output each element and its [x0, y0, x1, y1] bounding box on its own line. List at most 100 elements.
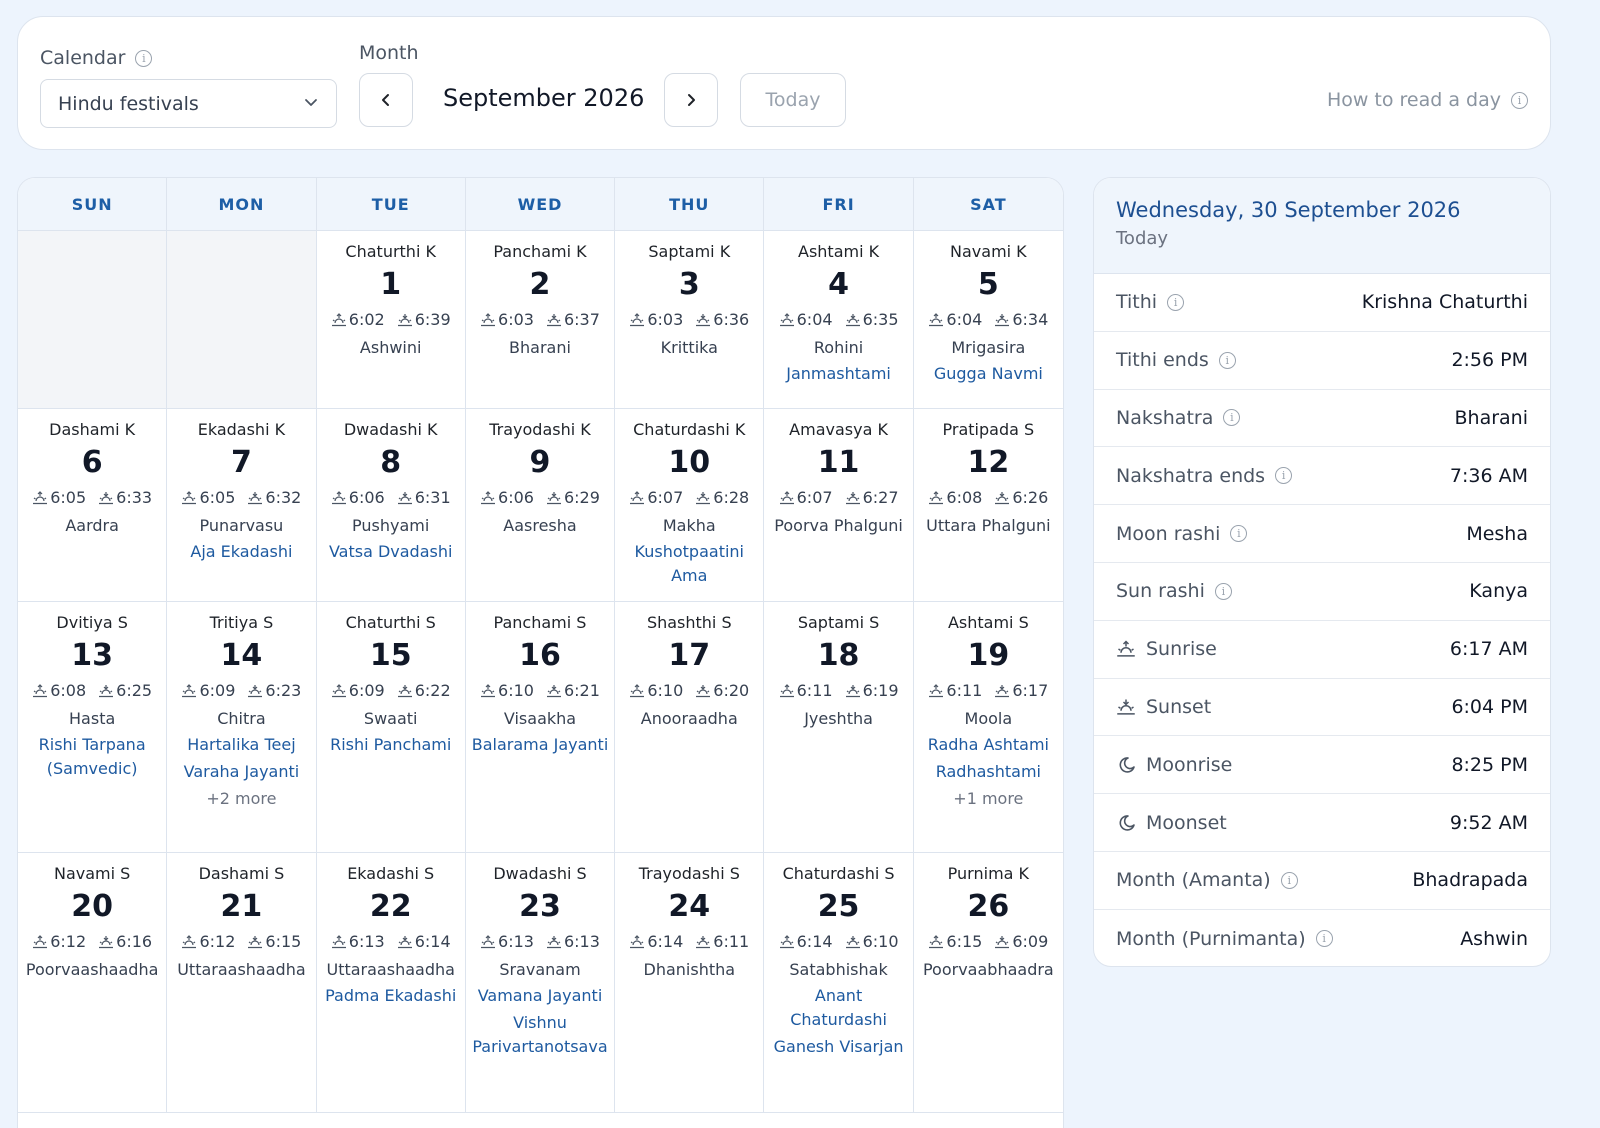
sunset-icon	[99, 492, 114, 505]
info-icon[interactable]: i	[1214, 582, 1232, 600]
day-cell[interactable]: Dwadashi K 8 6:06 6:31 Pushyami Vatsa Dvadash…	[316, 409, 466, 602]
day-cell[interactable]: Dashami S 21 6:12 6:15 Uttaraashaadha	[167, 853, 317, 1113]
info-icon[interactable]: i	[1230, 525, 1248, 543]
festival-link[interactable]: Janmashtami	[764, 362, 912, 386]
day-cell[interactable]: Saptami K 3 6:03 6:36 Krittika	[615, 231, 765, 409]
day-number: 12	[967, 445, 1010, 480]
sunset-icon	[1117, 699, 1135, 715]
day-cell[interactable]: Dashami K 6 6:05 6:33 Aardra	[18, 409, 168, 602]
today-button[interactable]: Today	[740, 73, 846, 127]
detail-value: 9:52 AM	[1449, 811, 1528, 834]
day-number: 3	[678, 267, 700, 302]
festival-link[interactable]: Padma Ekadashi	[317, 984, 465, 1008]
day-cell[interactable]: Panchami S 16 6:10 6:21 Visaakha Balarama Jay…	[465, 602, 616, 853]
info-icon[interactable]: i	[1315, 930, 1333, 948]
festival-link[interactable]: Balarama Jayanti	[466, 733, 614, 757]
day-cell[interactable]: Chaturdashi S 25 6:14 6:10 Satabhishak Anant …	[764, 853, 914, 1113]
festival-link[interactable]: Vamana Jayanti	[466, 984, 614, 1008]
day-nakshatra: Uttaraashaadha	[326, 960, 455, 979]
day-tithi: Dwadashi K	[343, 420, 438, 439]
empty-day-cell	[18, 231, 168, 409]
day-nakshatra: Chitra	[217, 709, 266, 728]
sunrise-value: 6:04	[796, 310, 833, 329]
day-cell[interactable]: Dvitiya S 13 6:08 6:25 Hasta Rishi Tarpana (S…	[18, 602, 168, 853]
info-icon[interactable]: i	[1223, 409, 1241, 427]
detail-label-text: Tithi	[1116, 291, 1158, 314]
sunrise-icon	[481, 935, 496, 949]
day-nakshatra: Poorvaashaadha	[25, 960, 159, 979]
day-cell[interactable]: Navami S 20 6:12 6:16 Poorvaashaadha	[18, 853, 168, 1113]
how-to-read-link[interactable]: How to read a day i	[1327, 89, 1528, 111]
day-cell[interactable]: Amavasya K 11 6:07 6:27 Poorva Phalguni	[764, 409, 914, 602]
empty-day-cell	[167, 231, 317, 409]
festival-link[interactable]: Radha Ashtami	[914, 733, 1063, 757]
sunrise-time: 6:12	[32, 931, 86, 953]
day-details-header: Wednesday, 30 September 2026 Today	[1094, 178, 1550, 274]
day-details-list: Tithi i Krishna Chaturthi Tithi ends i 2:56 P…	[1094, 274, 1550, 966]
sunrise-icon	[630, 684, 645, 698]
festival-link[interactable]: Anant Chaturdashi	[764, 984, 912, 1032]
day-nakshatra: Dhanishtha	[643, 960, 736, 979]
next-month-button[interactable]	[664, 73, 718, 127]
day-number: 17	[668, 638, 711, 673]
info-icon[interactable]: i	[1218, 351, 1236, 369]
day-cell[interactable]: Pratipada S 12 6:08 6:26 Uttara Phalguni	[913, 409, 1063, 602]
info-icon[interactable]: i	[1280, 871, 1298, 889]
info-icon[interactable]: i	[1275, 467, 1293, 485]
day-cell[interactable]: Shashthi S 17 6:10 6:20 Anooraadha	[615, 602, 765, 853]
calendar-label: Calendar i	[40, 47, 153, 69]
day-cell[interactable]: Chaturdashi K 10 6:07 6:28 Makha Kushotpaatin…	[615, 409, 765, 602]
detail-label-text: Tithi ends	[1116, 349, 1209, 372]
sunset-value: 6:11	[713, 932, 750, 951]
detail-row: Sunrise 6:17 AM	[1094, 621, 1550, 679]
sunrise-value: 6:13	[498, 932, 534, 951]
day-cell[interactable]: Ekadashi K 7 6:05 6:32 Punarvasu Aja Ekadashi	[167, 409, 317, 602]
more-festivals-link[interactable]: +2 more	[167, 788, 315, 810]
detail-label-text: Nakshatra	[1116, 406, 1214, 429]
day-cell[interactable]: Dwadashi S 23 6:13 6:13 Sravanam Vamana Jayan…	[465, 853, 616, 1113]
festival-link[interactable]: Ganesh Visarjan	[764, 1035, 912, 1059]
festival-link[interactable]: Hartalika Teej	[167, 733, 315, 757]
more-festivals-link[interactable]: +1 more	[914, 788, 1063, 810]
festival-link[interactable]: Rishi Panchami	[317, 733, 465, 757]
festival-link[interactable]: Aja Ekadashi	[167, 540, 315, 564]
day-cell[interactable]: Chaturthi K 1 6:02 6:39 Ashwini	[316, 231, 466, 409]
day-cell[interactable]: Ashtami K 4 6:04 6:35 Rohini Janmashtami	[764, 231, 914, 409]
day-cell[interactable]: Purnima K 26 6:15 6:09 Poorvaabhaadra	[913, 853, 1063, 1113]
sunrise-icon	[1117, 640, 1135, 657]
festival-link[interactable]: Rishi Tarpana (Samvedic)	[18, 733, 166, 781]
day-cell[interactable]: Ashtami S 19 6:11 6:17 Moola Radha Ashtami Rad…	[913, 602, 1063, 853]
sunrise-value: 6:15	[946, 932, 983, 951]
festival-link[interactable]: Gugga Navmi	[914, 362, 1063, 386]
day-cell[interactable]: Saptami S 18 6:11 6:19 Jyeshtha	[764, 602, 914, 853]
sunset-time: 6:14	[397, 931, 451, 953]
festival-link[interactable]: Radhashtami	[914, 760, 1063, 784]
sunset-time: 6:26	[994, 487, 1048, 509]
sunset-value: 6:36	[713, 310, 750, 329]
sunset-icon	[845, 685, 860, 698]
sunset-value: 6:13	[563, 932, 600, 951]
festival-link[interactable]: Varaha Jayanti	[167, 760, 315, 784]
day-cell[interactable]: Trayodashi K 9 6:06 6:29 Aasresha	[465, 409, 616, 602]
sunset-icon	[995, 936, 1010, 949]
festival-link[interactable]: Kushotpaatini Ama	[615, 540, 763, 588]
day-cell[interactable]: Ekadashi S 22 6:13 6:14 Uttaraashaadha Padma …	[316, 853, 466, 1113]
day-cell[interactable]: Navami K 5 6:04 6:34 Mrigasira Gugga Navmi	[913, 231, 1063, 409]
info-icon[interactable]: i	[135, 49, 153, 67]
day-cell[interactable]: Panchami K 2 6:03 6:37 Bharani	[465, 231, 616, 409]
sunrise-value: 6:10	[498, 681, 534, 700]
detail-label: Moonrise	[1116, 754, 1232, 776]
day-sun-times: 6:10 6:21	[466, 680, 614, 702]
day-cell[interactable]: Chaturthi S 15 6:09 6:22 Swaati Rishi Pancham…	[316, 602, 466, 853]
sunset-value: 6:37	[563, 310, 600, 329]
detail-label-text: Sunrise	[1146, 638, 1217, 661]
festival-link[interactable]: Vatsa Dvadashi	[317, 540, 465, 564]
info-icon[interactable]: i	[1167, 293, 1185, 311]
festival-link[interactable]: Vishnu Parivartanotsava	[466, 1011, 614, 1059]
sunset-time: 6:10	[845, 931, 899, 953]
prev-month-button[interactable]	[359, 73, 413, 127]
day-cell[interactable]: Tritiya S 14 6:09 6:23 Chitra Hartalika Teej V…	[167, 602, 317, 853]
calendar-select[interactable]: Hindu festivals	[40, 79, 337, 128]
day-cell[interactable]: Trayodashi S 24 6:14 6:11 Dhanishtha	[615, 853, 765, 1113]
day-sun-times: 6:13 6:14	[317, 931, 465, 953]
